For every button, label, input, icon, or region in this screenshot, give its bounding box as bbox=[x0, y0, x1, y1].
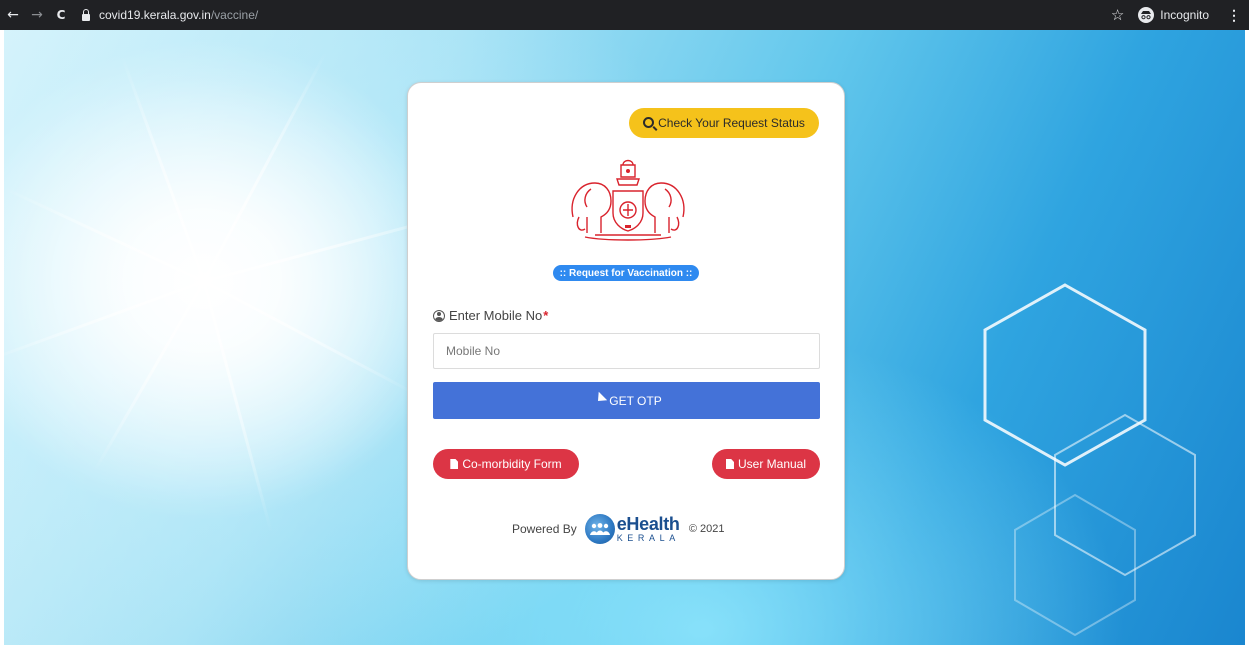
toolbar-right: ☆ Incognito ⋮ bbox=[1111, 6, 1249, 25]
required-asterisk: * bbox=[543, 308, 549, 323]
comorbidity-label: Co-morbidity Form bbox=[462, 457, 562, 471]
light-ray bbox=[203, 280, 417, 396]
copyright-text: © 2021 bbox=[688, 523, 725, 535]
kerala-emblem-logo bbox=[571, 159, 685, 241]
light-ray bbox=[4, 280, 205, 365]
search-icon bbox=[643, 116, 655, 128]
file-icon bbox=[450, 459, 459, 469]
incognito-glyph bbox=[1141, 11, 1152, 20]
mobile-label: Enter Mobile No * bbox=[433, 308, 548, 323]
address-bar[interactable]: covid19.kerala.gov.in/vaccine/ bbox=[82, 4, 258, 26]
forward-arrow-icon[interactable]: → bbox=[26, 4, 48, 26]
ehealth-figures-glyph bbox=[589, 523, 610, 535]
incognito-label: Incognito bbox=[1160, 8, 1209, 22]
user-manual-button[interactable]: User Manual bbox=[712, 449, 820, 479]
light-ray bbox=[92, 280, 206, 473]
light-ray bbox=[202, 51, 328, 283]
light-ray bbox=[202, 281, 273, 534]
lock-icon bbox=[82, 8, 90, 21]
ehealth-wordmark: eHealth KERALA bbox=[617, 515, 680, 543]
back-arrow-icon[interactable]: ← bbox=[2, 4, 24, 26]
incognito-icon[interactable] bbox=[1138, 7, 1155, 23]
url-path: /vaccine/ bbox=[210, 8, 259, 22]
file-icon bbox=[725, 459, 734, 469]
mobile-number-input[interactable] bbox=[433, 333, 820, 369]
ehealth-emblem-icon bbox=[584, 514, 615, 544]
ehealth-kerala-logo[interactable]: eHealth KERALA bbox=[584, 514, 680, 544]
url-host: covid19.kerala.gov.in bbox=[99, 8, 211, 22]
mobile-label-text: Enter Mobile No bbox=[449, 308, 543, 323]
vaccination-card: Check Your Request Status :: Request for… bbox=[407, 82, 845, 580]
user-circle-icon bbox=[433, 309, 445, 322]
get-otp-button[interactable]: GET OTP bbox=[433, 382, 820, 419]
check-status-button[interactable]: Check Your Request Status bbox=[629, 108, 819, 138]
ehealth-sub: KERALA bbox=[616, 533, 680, 543]
reload-icon[interactable]: C bbox=[50, 4, 72, 26]
get-otp-label: GET OTP bbox=[609, 393, 662, 408]
bookmark-star-icon[interactable]: ☆ bbox=[1111, 6, 1124, 24]
request-vaccination-badge: :: Request for Vaccination :: bbox=[553, 265, 699, 281]
check-status-label: Check Your Request Status bbox=[658, 116, 805, 130]
powered-by-text: Powered By bbox=[512, 522, 577, 536]
ehealth-name: eHealth bbox=[616, 514, 680, 534]
paper-plane-icon bbox=[589, 391, 608, 410]
browser-menu-icon[interactable]: ⋮ bbox=[1227, 7, 1241, 24]
user-manual-label: User Manual bbox=[737, 457, 807, 471]
hexagon-decoration bbox=[983, 283, 1196, 637]
browser-toolbar: ← → C covid19.kerala.gov.in/vaccine/ ☆ I… bbox=[0, 0, 1249, 30]
powered-by-footer: Powered By eHealth KERALA © 2021 bbox=[512, 511, 724, 547]
comorbidity-form-button[interactable]: Co-morbidity Form bbox=[433, 449, 579, 479]
